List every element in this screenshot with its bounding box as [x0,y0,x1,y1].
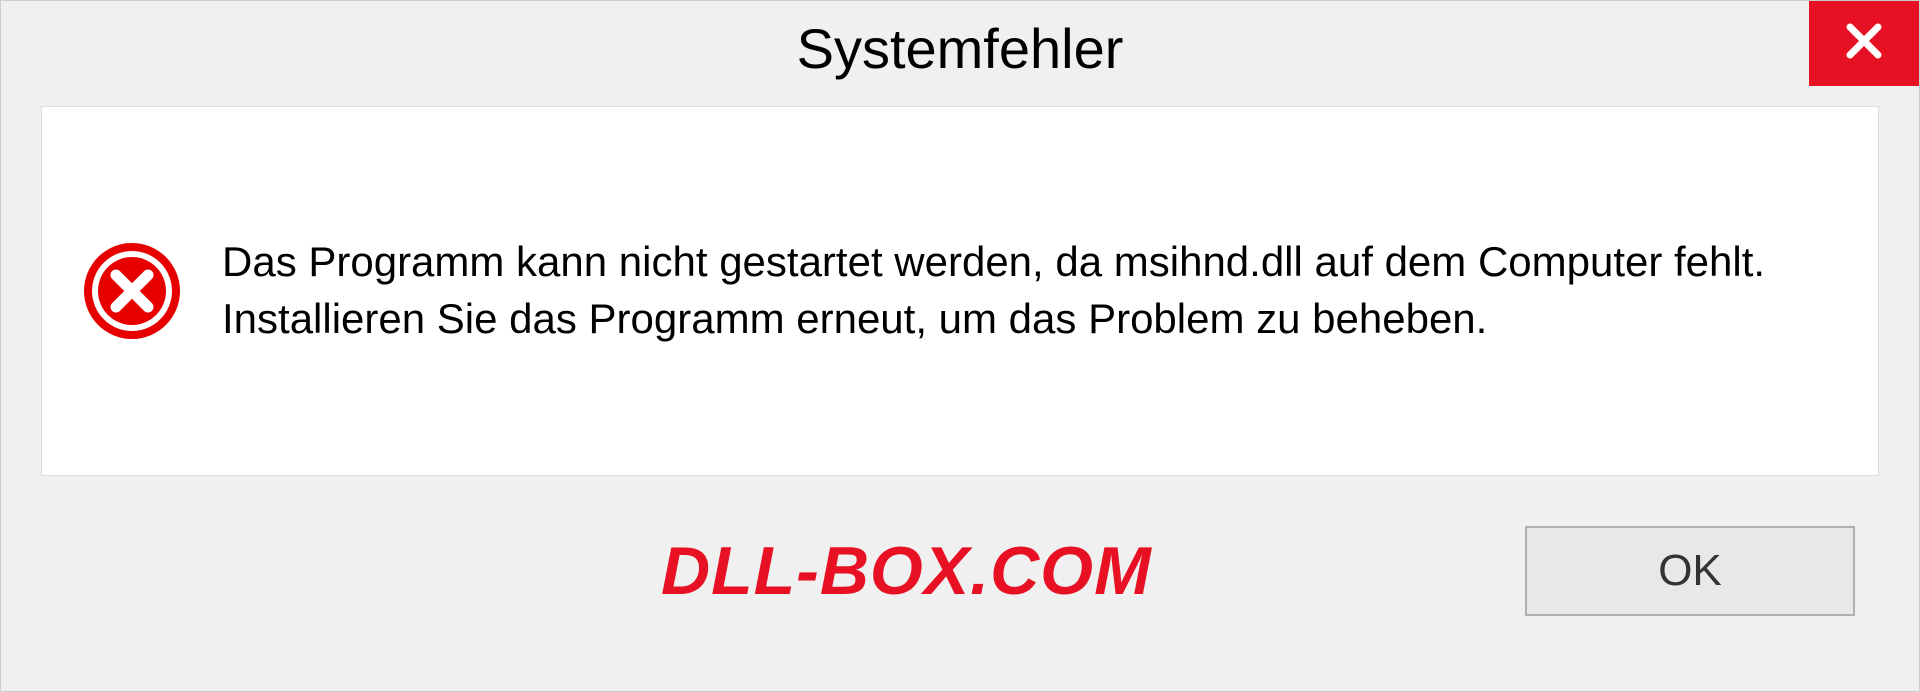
ok-button[interactable]: OK [1525,526,1855,616]
error-dialog: Systemfehler Das Programm kann nicht ges… [0,0,1920,692]
close-icon [1844,21,1884,66]
watermark-text: DLL-BOX.COM [661,532,1152,610]
content-panel: Das Programm kann nicht gestartet werden… [41,106,1879,476]
dialog-title: Systemfehler [797,16,1124,81]
title-bar: Systemfehler [1,1,1919,96]
error-message: Das Programm kann nicht gestartet werden… [222,234,1838,347]
error-icon [82,241,182,341]
close-button[interactable] [1809,1,1919,86]
ok-button-label: OK [1658,546,1722,596]
button-bar: DLL-BOX.COM OK [1,476,1919,666]
